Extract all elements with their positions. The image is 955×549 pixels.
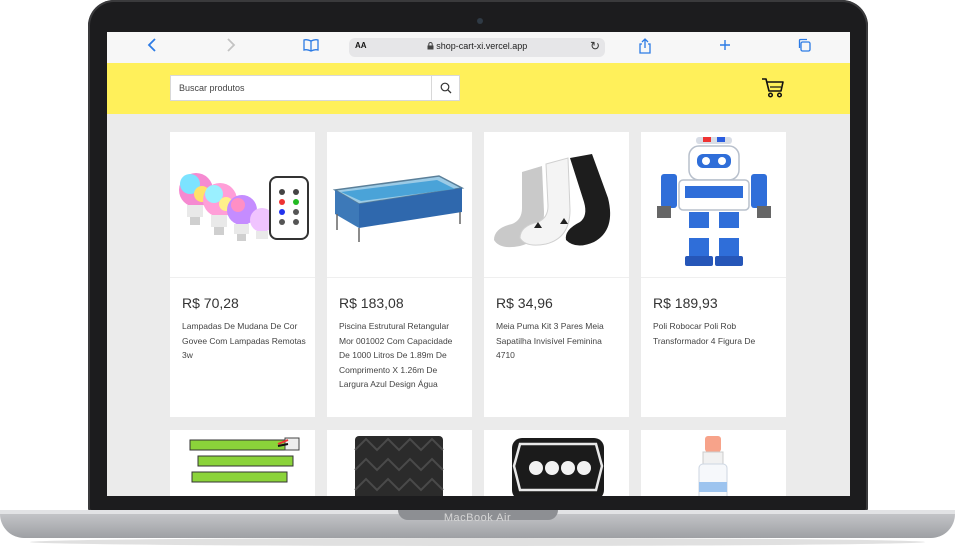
product-image <box>170 430 315 496</box>
product-card[interactable]: R$ 189,93 Poli Robocar Poli Rob Transfor… <box>641 132 786 417</box>
product-card[interactable]: R$ 183,08 Piscina Estrutural Retangular … <box>327 132 472 417</box>
back-icon[interactable] <box>143 38 161 56</box>
search-box <box>170 75 460 101</box>
product-image <box>484 430 629 496</box>
search-icon <box>440 82 451 94</box>
shopping-cart-icon <box>762 78 784 98</box>
product-image <box>327 132 472 278</box>
product-price: R$ 70,28 <box>182 295 239 311</box>
product-card[interactable] <box>641 430 786 496</box>
product-price: R$ 34,96 <box>496 295 553 311</box>
product-image <box>484 132 629 278</box>
cart-button[interactable] <box>761 77 785 99</box>
forward-icon[interactable] <box>222 38 240 56</box>
browser-screen: AA shop-cart-xi.vercel.app ↻ Buscar prod… <box>107 32 850 496</box>
product-title: Lampadas De Mudana De Cor Govee Com Lamp… <box>182 321 306 360</box>
camera-icon <box>477 18 483 24</box>
product-card[interactable] <box>327 430 472 496</box>
lock-icon <box>427 42 434 50</box>
share-icon[interactable] <box>636 38 654 56</box>
product-card[interactable]: R$ 70,28 Lampadas De Mudana De Cor Govee… <box>170 132 315 417</box>
url-label: shop-cart-xi.vercel.app <box>436 41 528 51</box>
product-image <box>170 132 315 278</box>
product-card[interactable] <box>484 430 629 496</box>
new-tab-icon[interactable] <box>716 38 734 56</box>
browser-toolbar: AA shop-cart-xi.vercel.app ↻ <box>107 32 850 64</box>
product-image <box>641 430 786 496</box>
bookmarks-icon[interactable] <box>302 38 320 56</box>
laptop-shadow <box>30 538 925 546</box>
product-title: Poli Robocar Poli Rob Transformador 4 Fi… <box>653 321 756 346</box>
url-text: shop-cart-xi.vercel.app <box>349 41 605 51</box>
product-image <box>641 132 786 278</box>
product-title: Meia Puma Kit 3 Pares Meia Sapatilha Inv… <box>496 321 604 360</box>
product-price: R$ 189,93 <box>653 295 718 311</box>
reload-icon[interactable]: ↻ <box>590 39 600 53</box>
product-card[interactable]: R$ 34,96 Meia Puma Kit 3 Pares Meia Sapa… <box>484 132 629 417</box>
tabs-overview-icon[interactable] <box>795 38 813 56</box>
device-brand-label: MacBook Air <box>443 512 512 524</box>
product-image <box>327 430 472 496</box>
product-card[interactable] <box>170 430 315 496</box>
product-title: Piscina Estrutural Retangular Mor 001002… <box>339 321 453 389</box>
product-price: R$ 183,08 <box>339 295 404 311</box>
search-button[interactable] <box>431 76 459 100</box>
address-bar[interactable]: AA shop-cart-xi.vercel.app ↻ <box>349 38 605 57</box>
site-header <box>107 63 850 114</box>
search-input[interactable] <box>171 76 433 100</box>
